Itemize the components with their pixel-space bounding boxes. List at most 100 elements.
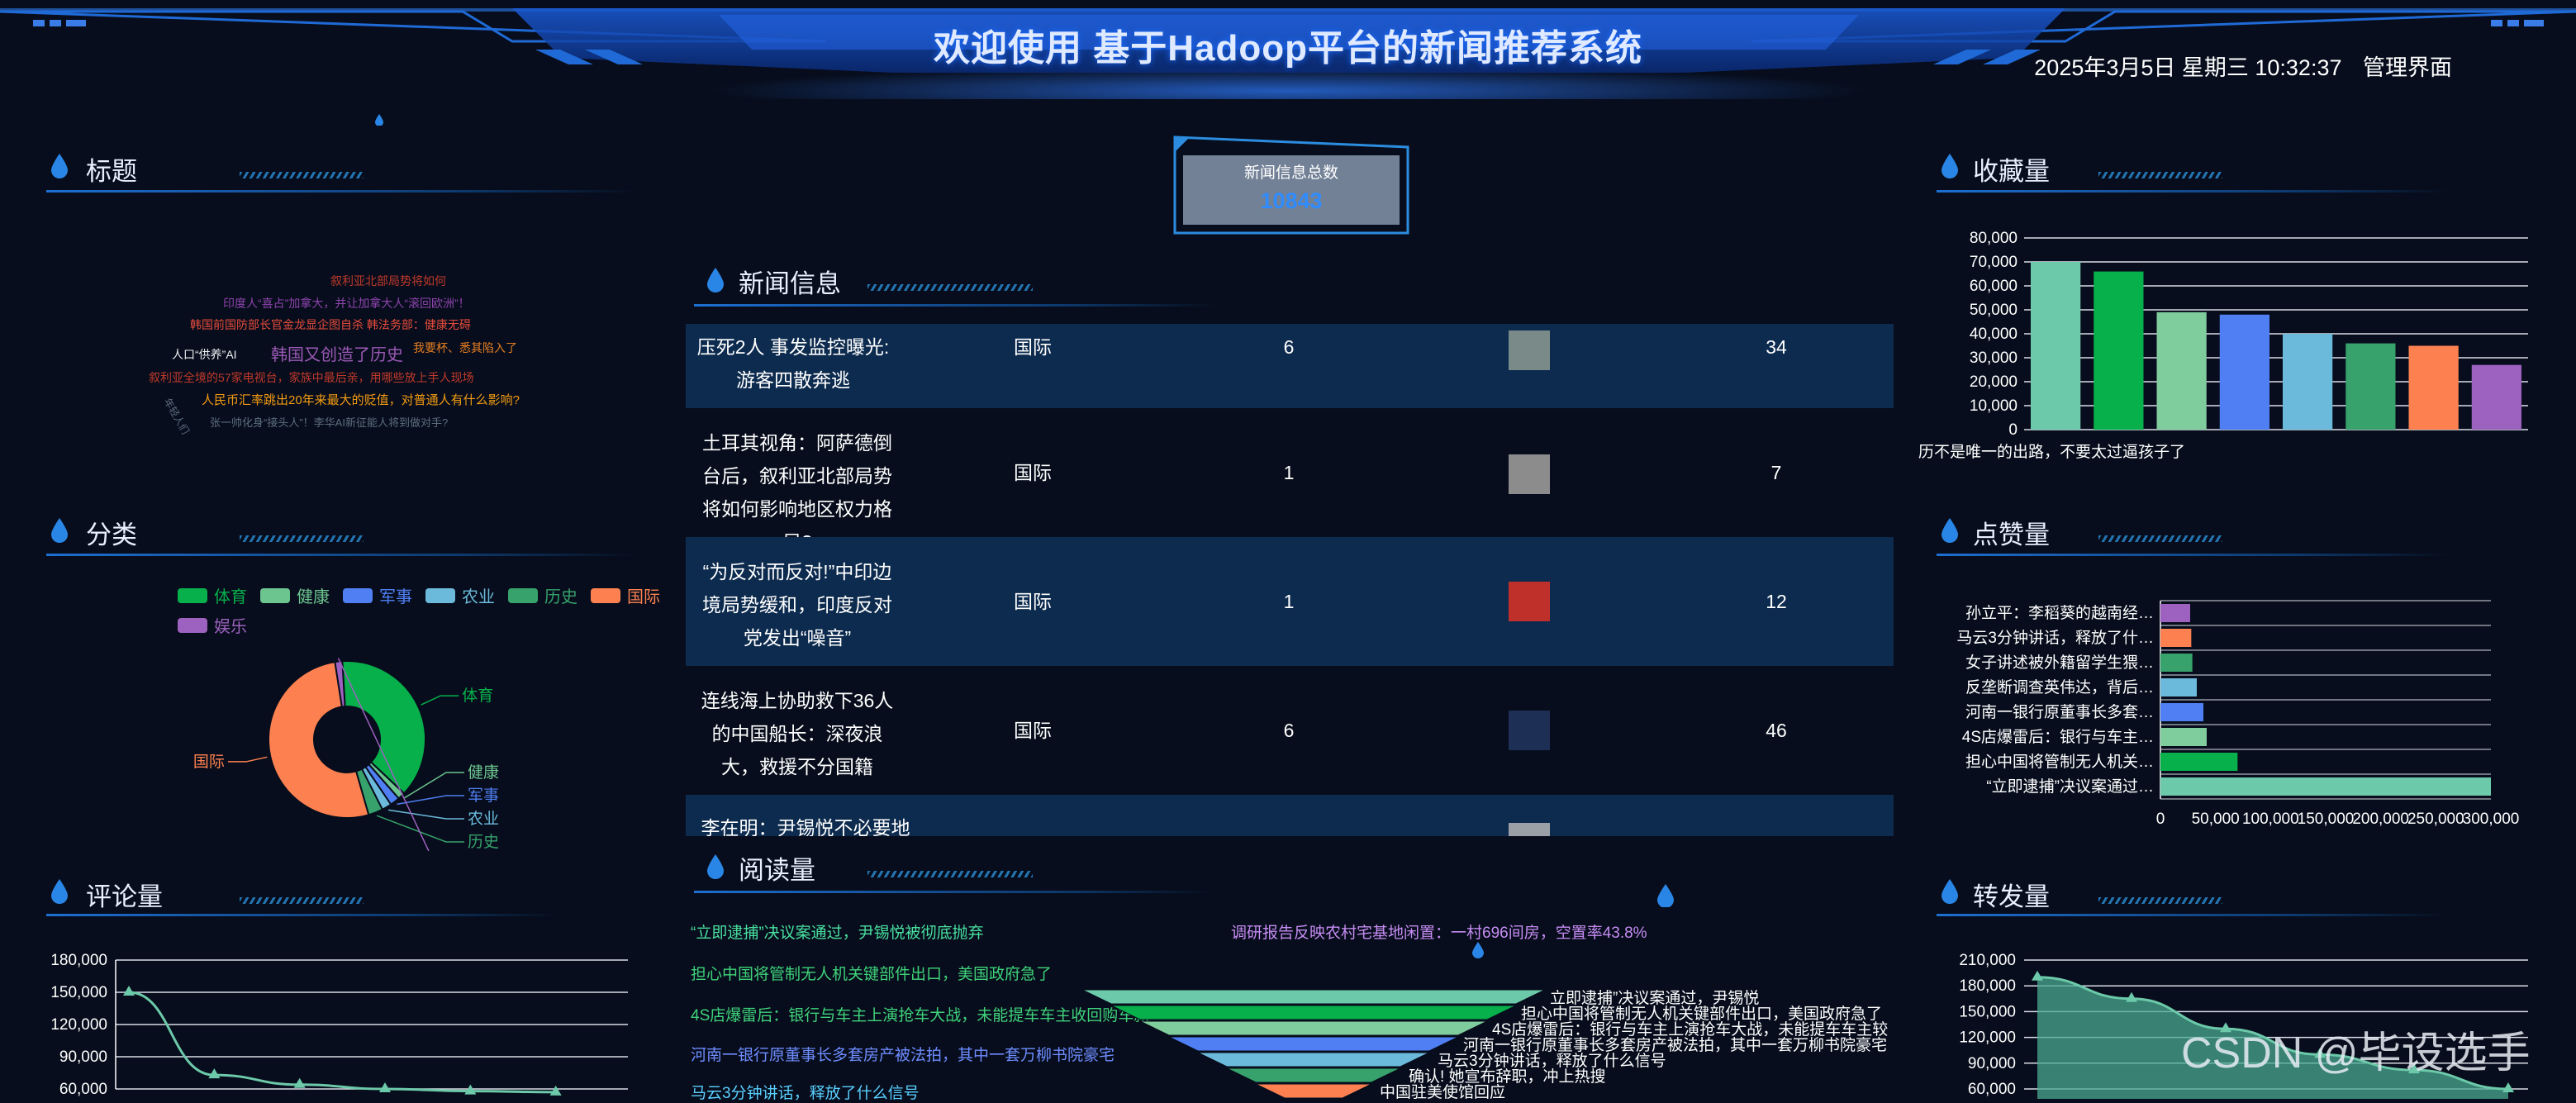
header-hatch	[240, 535, 364, 542]
funnel-label: 马云3分钟讲话，释放了什么信号	[1438, 1052, 1666, 1070]
y-category-label: 孙立平：李稻葵的越南经…	[1965, 604, 2154, 622]
series-line	[128, 991, 556, 1094]
legend-item[interactable]: 健康	[260, 583, 330, 607]
water-drop-icon	[51, 518, 68, 543]
datetime-text: 2025年3月5日 星期三 10:32:37	[2034, 55, 2342, 80]
table-row[interactable]: “为反对而反对!”中印边境局势缓和，印度反对党发出“噪音” 国际 1 12	[686, 537, 1894, 666]
bar	[2160, 728, 2207, 746]
reading-ticker-item[interactable]: 河南一银行原董事长多套房产被法拍，其中一套万柳书院豪宅	[691, 1043, 1115, 1065]
legend-swatch	[178, 587, 207, 603]
panel-underline	[694, 304, 1214, 307]
news-value: 7	[1770, 462, 1782, 483]
y-tick-label: 80,000	[1970, 230, 2018, 247]
decor-drop-icon	[1472, 942, 1484, 958]
table-row[interactable]: 土耳其视角：阿萨德倒台后，叙利亚北部局势将如何影响地区权力格局? 国际 1 7	[686, 408, 1894, 553]
table-row[interactable]: 李在明：尹锡悦不必要地	[686, 795, 1894, 836]
water-drop-icon	[1942, 154, 1958, 178]
y-category-label: 担心中国将管制无人机关…	[1965, 753, 2154, 771]
forward-panel-header: 转发量	[1973, 882, 2050, 911]
legend-item[interactable]: 体育	[178, 583, 247, 607]
water-drop-icon	[51, 879, 68, 904]
legend-swatch	[591, 587, 620, 603]
legend-label: 体育	[214, 588, 247, 606]
funnel-segment	[1226, 1067, 1401, 1083]
reading-ticker-item[interactable]: 调研报告反映农村宅基地闲置：一村696间房，空置率43.8%	[1231, 920, 1647, 943]
data-point	[379, 1082, 391, 1092]
y-tick-label: 60,000	[1968, 1081, 2016, 1098]
legend-label: 农业	[462, 588, 495, 606]
panel-underline	[1937, 554, 2449, 556]
header-hatch	[2098, 172, 2222, 178]
y-tick-label: 180,000	[1959, 977, 2016, 995]
funnel-label: 河南一银行原董事长多套房产被法拍，其中一套万柳书院豪宅	[1463, 1036, 1887, 1054]
y-category-label: 女子讲述被外籍留学生猥…	[1965, 654, 2154, 672]
news-value: 12	[1766, 591, 1787, 612]
y-tick-label: 60,000	[1970, 278, 2018, 295]
news-category: 国际	[1014, 336, 1052, 358]
news-thumbnail	[1509, 711, 1550, 750]
admin-link[interactable]: 管理界面	[2363, 55, 2452, 80]
cloud-word: 人民币汇率跳出20年来最大的贬值，对普通人有什么影响?	[202, 393, 520, 407]
y-tick-label: 70,000	[1970, 254, 2018, 271]
y-tick-label: 50,000	[1970, 302, 2018, 319]
news-title[interactable]: “为反对而反对!”中印边境局势缓和，印度反对党发出“噪音”	[694, 555, 901, 654]
reading-panel-header: 阅读量	[739, 856, 815, 885]
y-category-label: “立即逮捕”决议案通过…	[1986, 777, 2154, 796]
funnel-segment	[1168, 1036, 1459, 1052]
reading-ticker-item[interactable]: 担心中国将管制无人机关键部件出口，美国政府急了	[691, 962, 1052, 984]
reading-ticker-item[interactable]: 马云3分钟讲话，释放了什么信号	[691, 1081, 920, 1103]
reading-ticker-item[interactable]: “立即逮捕”决议案通过，尹锡悦被彻底抛弃	[691, 920, 984, 943]
news-title[interactable]: 连线海上协助救下36人的中国船长：深夜浪大，救援不分国籍	[694, 684, 901, 783]
pie-label: 军事	[468, 787, 499, 805]
legend-label: 国际	[627, 588, 660, 606]
decor-drop-icon	[1657, 884, 1674, 907]
like-bar-chart: 孙立平：李稻葵的越南经… 马云3分钟讲话，释放了什… 女子讲述被外籍留学生猥… 反垄断…	[1956, 600, 2519, 828]
news-category: 国际	[1014, 462, 1052, 483]
legend-item[interactable]: 军事	[343, 583, 412, 607]
bar	[2160, 777, 2491, 796]
bar	[2031, 262, 2081, 430]
x-tick-label: 100,000	[2242, 811, 2299, 828]
panel-underline	[46, 190, 638, 193]
news-count: 1	[1283, 591, 1295, 612]
title-panel-header: 标题	[86, 157, 137, 186]
data-point	[2502, 1082, 2514, 1092]
table-row[interactable]: 连线海上协助救下36人的中国船长：深夜浪大，救援不分国籍 国际 6 46	[686, 666, 1894, 795]
data-point	[2126, 991, 2137, 1002]
panel-underline	[694, 891, 1214, 893]
cloud-word: 韩国又创造了历史	[271, 346, 403, 364]
like-panel-header: 点赞量	[1973, 521, 2050, 549]
legend-swatch	[343, 587, 373, 603]
legend-item[interactable]: 国际	[591, 583, 660, 607]
news-title[interactable]: 压死2人 事发监控曝光: 游客四散奔逃	[694, 330, 892, 397]
funnel-segment	[1110, 1005, 1517, 1020]
legend-label: 历史	[544, 588, 577, 606]
y-category-label: 马云3分钟讲话，释放了什…	[1956, 629, 2154, 647]
header-hatch	[2098, 535, 2222, 542]
decor-drop-icon	[375, 114, 383, 126]
funnel-segment	[1255, 1083, 1372, 1099]
news-title[interactable]: 李在明：尹锡悦不必要地	[694, 811, 917, 836]
x-tick-label: 150,000	[2298, 811, 2355, 828]
legend-item[interactable]: 农业	[425, 583, 495, 607]
funnel-segment	[1139, 1020, 1488, 1036]
favorite-panel-header: 收藏量	[1973, 157, 2050, 186]
funnel-label: 担心中国将管制无人机关键部件出口，美国政府急了	[1521, 1005, 1882, 1023]
news-count: 6	[1283, 336, 1295, 358]
funnel-label: 4S店爆雷后：银行与车主上演抢车大战，未能提车车主较	[1492, 1020, 1888, 1039]
legend-item[interactable]: 历史	[508, 583, 577, 607]
news-value: 46	[1766, 720, 1787, 741]
table-row[interactable]: 压死2人 事发监控曝光: 游客四散奔逃 国际 6 34	[686, 324, 1894, 408]
reading-funnel-chart: 立即逮捕”决议案通过，尹锡悦担心中国将管制无人机关键部件出口，美国政府急了4S店…	[1081, 989, 1888, 1099]
bar	[2408, 345, 2459, 430]
legend-label: 军事	[379, 588, 412, 606]
y-tick-label: 40,000	[1970, 326, 2018, 343]
favorite-caption: 历不是唯一的出路，不要太过逼孩子了	[1918, 444, 2186, 461]
watermark: CSDN @毕设选手	[2181, 1029, 2531, 1077]
data-point	[549, 1085, 562, 1096]
pie-label: 健康	[468, 763, 499, 782]
bar	[2283, 334, 2333, 430]
water-drop-icon	[1942, 879, 1958, 904]
y-tick-label: 150,000	[1959, 1003, 2016, 1020]
y-category-label: 4S店爆雷后：银行与车主…	[1962, 728, 2154, 746]
